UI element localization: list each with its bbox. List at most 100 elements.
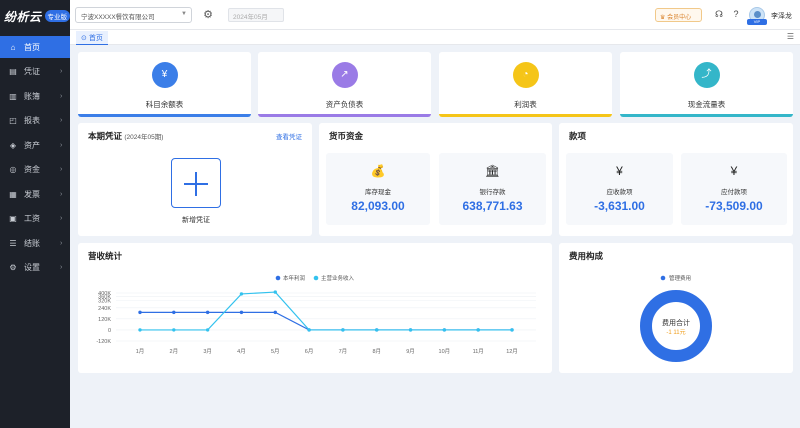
closing-icon: ☰ (9, 238, 17, 248)
sidebar-item-settings[interactable]: ⚙ 设置 › (0, 257, 70, 279)
headset-icon[interactable]: ☊ (713, 9, 725, 20)
voucher-icon: ▤ (9, 67, 17, 76)
bank-icon: 🏛 (484, 164, 501, 178)
crown-icon: ♛ (660, 15, 666, 21)
sidebar-item-label: 凭证 (24, 67, 40, 76)
chevron-right-icon: › (60, 166, 63, 173)
data-point[interactable] (205, 310, 210, 315)
sidebar-item-asset[interactable]: ◈ 资产 › (0, 134, 70, 156)
chevron-right-icon: › (60, 239, 63, 247)
gear-icon[interactable]: ⚙ (201, 8, 215, 22)
x-tick-label: 11月 (473, 348, 484, 355)
data-point[interactable] (273, 310, 277, 315)
data-point[interactable] (307, 328, 311, 332)
money-bag-icon: 💰 (370, 164, 386, 178)
data-point[interactable] (510, 328, 514, 332)
report-accent-bar (78, 114, 251, 117)
data-point[interactable] (476, 328, 480, 332)
receivable-subcard[interactable]: ¥ 应收款项 -3,631.00 (566, 153, 673, 225)
data-point[interactable] (205, 328, 210, 332)
chevron-right-icon: › (60, 141, 63, 149)
report-accent-bar (620, 114, 793, 117)
receivable-label: 应收款项 (606, 189, 633, 196)
home-icon: ⌂ (10, 42, 16, 52)
add-voucher-button[interactable] (171, 158, 221, 208)
payable-value: -73,509.00 (705, 199, 763, 213)
company-select[interactable]: 宁波XXXXX餐饮有限公司 ▼ (75, 7, 192, 23)
x-tick-label: 6月 (305, 348, 314, 355)
report-icon: ◰ (9, 116, 17, 125)
legend-label[interactable]: 管理费用 (669, 274, 691, 282)
cash-value: 82,093.00 (351, 199, 405, 213)
sidebar-item-fund[interactable]: ◎ 资金 › (0, 159, 70, 181)
cash-label: 库存现金 (365, 189, 391, 196)
sidebar-item-report[interactable]: ◰ 报表 › (0, 110, 70, 132)
data-point[interactable] (138, 328, 142, 332)
view-voucher-link[interactable]: 查看凭证 (276, 131, 302, 141)
x-tick-label: 2月 (170, 348, 179, 355)
report-card[interactable]: ↗ 资产负债表 (258, 52, 431, 117)
expense-card: 费用构成 管理费用 费用合计 -1 11元 (559, 243, 793, 373)
help-icon[interactable]: ? (730, 9, 742, 19)
fund-icon: ◎ (9, 165, 17, 174)
brand-name: 纷析云 (4, 9, 42, 24)
cash-subcard[interactable]: 💰 库存现金 82,093.00 (326, 153, 430, 225)
data-point[interactable] (239, 292, 244, 296)
sidebar-item-voucher[interactable]: ▤ 凭证 › (0, 61, 70, 83)
data-point[interactable] (408, 328, 413, 332)
payable-label: 应付款项 (721, 189, 747, 196)
report-label: 现金流量表 (687, 100, 726, 109)
period-input[interactable]: 2024年05月 (228, 8, 284, 22)
payable-subcard[interactable]: ¥ 应付款项 -73,509.00 (681, 153, 787, 225)
invoice-icon: ▦ (9, 189, 17, 199)
data-point[interactable] (273, 290, 277, 294)
sidebar-item-ledger[interactable]: ▥ 账簿 › (0, 85, 70, 107)
data-point[interactable] (375, 328, 379, 332)
sidebar-item-label: 结账 (24, 238, 40, 248)
legend-label[interactable]: 主营业务收入 (321, 274, 355, 282)
sidebar-item-salary[interactable]: ▣ 工资 › (0, 208, 70, 230)
bank-subcard[interactable]: 🏛 银行存款 638,771.63 (439, 153, 546, 225)
tab-home[interactable]: ⊙ 首页 (76, 31, 108, 45)
funds-title: 货币资金 (329, 131, 364, 141)
data-point[interactable] (442, 328, 447, 332)
legend-label[interactable]: 本年利润 (283, 274, 306, 282)
data-point[interactable] (172, 310, 176, 315)
chevron-right-icon: › (60, 264, 63, 271)
data-point[interactable] (341, 328, 345, 332)
report-icon: ◔ (512, 62, 539, 88)
data-point[interactable] (172, 328, 176, 332)
series-line (140, 291, 512, 331)
data-point[interactable] (138, 310, 142, 315)
voucher-card: 本期凭证 (2024年05期) 查看凭证 新增凭证 (78, 123, 312, 236)
sidebar-item-closing[interactable]: ☰ 结账 › (0, 232, 70, 254)
username[interactable]: 李泽龙 (771, 11, 792, 21)
tab-bar: ⊙ 首页 ☰ (70, 30, 800, 45)
funds-card: 货币资金 💰 库存现金 82,093.00 🏛 银行存款 638,771.63 (319, 123, 552, 236)
tab-menu-icon[interactable]: ☰ (787, 32, 794, 41)
sidebar-item-label: 账簿 (24, 91, 40, 101)
report-icon: ↗ (331, 62, 358, 88)
report-label: 科目余额表 (145, 100, 184, 109)
member-center-button[interactable]: ♛ 会员中心 (655, 8, 702, 22)
sidebar-item-invoice[interactable]: ▦ 发票 › (0, 183, 70, 205)
sidebar-item-home[interactable]: ⌂ 首页 (0, 36, 70, 58)
settings-icon: ⚙ (9, 263, 17, 272)
sidebar: 纷析云 专业版 ⌂ 首页 ▤ 凭证 › ▥ 账簿 › ◰ 报表 › ◈ 资产 › ◎ 资金 › ▦ 发票 › ▣ 工资 › ☰… (0, 0, 70, 428)
report-card[interactable]: ◔ 利润表 (439, 52, 612, 117)
x-tick-label: 5月 (271, 348, 280, 355)
report-icon: ¥ (151, 62, 178, 88)
report-card[interactable]: ⤴ 现金流量表 (620, 52, 793, 117)
bank-label: 银行存款 (479, 189, 506, 196)
payable-icon: ¥ (730, 164, 738, 178)
revenue-chart: 400K360K320K240K120K0-120K1月 2月 3月 4月 5月 6月 7月… (96, 274, 536, 355)
series-line (140, 311, 512, 331)
chevron-down-icon: ▼ (181, 11, 187, 17)
chevron-right-icon: › (60, 190, 63, 198)
report-card[interactable]: ¥ 科目余额表 (78, 52, 251, 117)
report-accent-bar (439, 114, 612, 117)
data-point[interactable] (239, 310, 244, 315)
sidebar-item-label: 首页 (24, 42, 40, 52)
x-tick-label: 10月 (439, 348, 451, 355)
period-placeholder: 2024年05月 (233, 14, 268, 21)
